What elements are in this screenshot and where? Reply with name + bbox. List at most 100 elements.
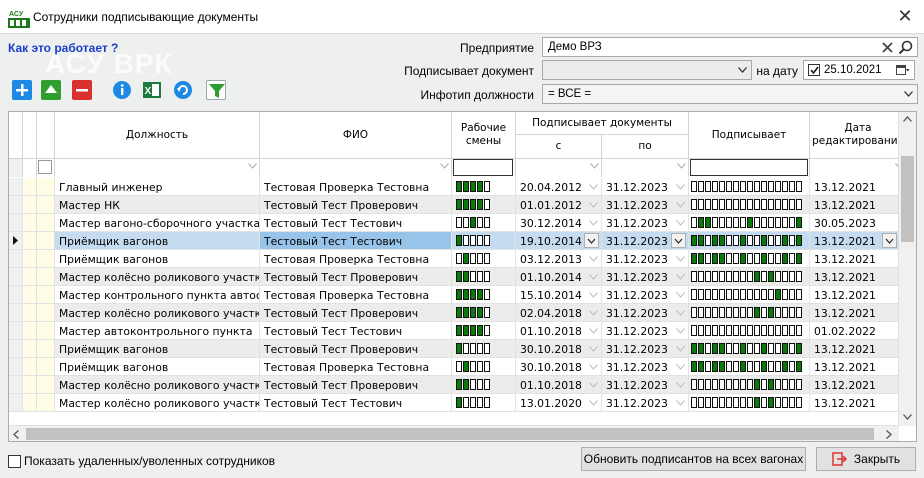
fio-cell[interactable]: Тестовый Тест Проверович [260, 268, 452, 286]
from-date-cell[interactable]: 01.10.2018 [516, 376, 602, 394]
scroll-down-icon[interactable] [903, 414, 912, 420]
row-check-cell[interactable] [37, 394, 55, 412]
row-check-cell[interactable] [37, 268, 55, 286]
fio-cell[interactable]: Тестовый Тест Тестович [260, 394, 452, 412]
row-indicator[interactable] [9, 322, 23, 340]
vertical-scrollbar[interactable] [898, 112, 916, 426]
row-indicator[interactable] [9, 304, 23, 322]
position-header[interactable]: Должность [55, 112, 260, 159]
date-field[interactable]: 25.10.2021 [803, 60, 915, 80]
signs-cell[interactable] [689, 376, 810, 394]
signs-cell[interactable] [689, 286, 810, 304]
position-cell[interactable]: Мастер колёсно роликового участка [55, 268, 260, 286]
to-date-cell[interactable]: 31.12.2023 [602, 304, 689, 322]
shifts-filter[interactable] [452, 159, 516, 177]
date-dropdown-button[interactable] [671, 233, 686, 248]
from-date-cell[interactable]: 03.12.2013 [516, 250, 602, 268]
fio-cell[interactable]: Тестовый Тест Проверович [260, 376, 452, 394]
shifts-cell[interactable] [452, 304, 516, 322]
move-up-button[interactable] [41, 80, 61, 100]
signs-cell[interactable] [689, 214, 810, 232]
from-header[interactable]: с [516, 135, 602, 159]
position-cell[interactable]: Мастер вагоно-сборочного участка [55, 214, 260, 232]
from-date-cell[interactable]: 01.10.2014 [516, 268, 602, 286]
signs-cell[interactable] [689, 358, 810, 376]
row-check-cell[interactable] [37, 358, 55, 376]
from-date-cell[interactable]: 20.04.2012 [516, 178, 602, 196]
fio-cell[interactable]: Тестовый Тест Тестович [260, 232, 452, 250]
delete-button[interactable] [72, 80, 92, 100]
row-check-cell[interactable] [37, 232, 55, 250]
edit-date-cell[interactable]: 13.12.2021 [810, 178, 900, 196]
table-row[interactable]: Мастер колёсно роликового участка Тестовы… [9, 268, 909, 286]
to-date-cell[interactable]: 31.12.2023 [602, 268, 689, 286]
vertical-scroll-thumb[interactable] [901, 156, 914, 242]
row-check-cell[interactable] [37, 376, 55, 394]
fio-cell[interactable]: Тестовая Проверка Тестовна [260, 178, 452, 196]
clear-icon[interactable] [882, 42, 893, 53]
horizontal-scroll-thumb[interactable] [26, 428, 874, 440]
fio-cell[interactable]: Тестовый Тест Тестович [260, 322, 452, 340]
edit-date-cell[interactable]: 13.12.2021 [810, 232, 900, 250]
position-cell[interactable]: Мастер колёсно роликового участка [55, 376, 260, 394]
signs-cell[interactable] [689, 304, 810, 322]
help-link[interactable]: Как это работает ? [8, 41, 118, 55]
signs-header[interactable]: Подписывает [689, 112, 810, 159]
table-row[interactable]: Мастер колёсно роликового участка Тестовы… [9, 394, 909, 412]
row-indicator[interactable] [9, 286, 23, 304]
fio-cell[interactable]: Тестовая Проверка Тестовна [260, 286, 452, 304]
close-button[interactable]: Закрыть [816, 447, 916, 471]
to-date-cell[interactable]: 31.12.2023 [602, 358, 689, 376]
edit-date-cell[interactable]: 13.12.2021 [810, 196, 900, 214]
edit-date-cell[interactable]: 13.12.2021 [810, 268, 900, 286]
signs-cell[interactable] [689, 196, 810, 214]
shifts-cell[interactable] [452, 232, 516, 250]
row-indicator[interactable] [9, 178, 23, 196]
row-check-cell[interactable] [37, 196, 55, 214]
position-cell[interactable]: Приёмщик вагонов [55, 358, 260, 376]
signs-cell[interactable] [689, 322, 810, 340]
edit-date-cell[interactable]: 13.12.2021 [810, 394, 900, 412]
table-row[interactable]: Приёмщик вагонов Тестовый Тест Тестович 19… [9, 232, 909, 250]
filter-button[interactable] [206, 80, 226, 100]
shifts-cell[interactable] [452, 268, 516, 286]
to-header[interactable]: по [602, 135, 689, 159]
table-row[interactable]: Мастер колёсно роликового участка Тестовы… [9, 304, 909, 322]
edit-date-cell[interactable]: 13.12.2021 [810, 250, 900, 268]
enterprise-field[interactable]: Демо ВРЗ [542, 37, 918, 57]
row-indicator[interactable] [9, 214, 23, 232]
fio-cell[interactable]: Тестовая Проверка Тестовна [260, 250, 452, 268]
shifts-cell[interactable] [452, 250, 516, 268]
row-indicator[interactable] [9, 196, 23, 214]
from-date-cell[interactable]: 15.10.2014 [516, 286, 602, 304]
edit-date-cell[interactable]: 30.05.2023 [810, 214, 900, 232]
edit-date-cell[interactable]: 13.12.2021 [810, 340, 900, 358]
row-indicator[interactable] [9, 340, 23, 358]
window-close-icon[interactable]: ✕ [892, 4, 918, 30]
to-date-cell[interactable]: 31.12.2023 [602, 376, 689, 394]
signs-cell[interactable] [689, 178, 810, 196]
from-date-cell[interactable]: 02.04.2018 [516, 304, 602, 322]
fio-cell[interactable]: Тестовая Проверка Тестовна [260, 358, 452, 376]
edit-date-filter[interactable] [810, 159, 907, 177]
position-filter[interactable] [55, 159, 260, 177]
table-row[interactable]: Мастер автоконтрольного пункта Тестовый Т… [9, 322, 909, 340]
scroll-right-icon[interactable] [886, 430, 892, 439]
add-button[interactable] [12, 80, 32, 100]
shifts-cell[interactable] [452, 340, 516, 358]
table-row[interactable]: Главный инженер Тестовая Проверка Тестовн… [9, 178, 909, 196]
to-date-cell[interactable]: 31.12.2023 [602, 196, 689, 214]
edit-date-cell[interactable]: 13.12.2021 [810, 286, 900, 304]
fio-cell[interactable]: Тестовый Тест Проверович [260, 304, 452, 322]
position-cell[interactable]: Приёмщик вагонов [55, 340, 260, 358]
horizontal-scrollbar[interactable] [9, 425, 899, 441]
table-row[interactable]: Приёмщик вагонов Тестовая Проверка Тестов… [9, 250, 909, 268]
date-dropdown-button[interactable] [584, 233, 599, 248]
row-indicator[interactable] [9, 268, 23, 286]
from-date-cell[interactable]: 13.01.2020 [516, 394, 602, 412]
shifts-cell[interactable] [452, 286, 516, 304]
from-date-cell[interactable]: 30.10.2018 [516, 340, 602, 358]
to-date-cell[interactable]: 31.12.2023 [602, 394, 689, 412]
excel-export-button[interactable]: X [142, 80, 162, 100]
edit-date-cell[interactable]: 13.12.2021 [810, 376, 900, 394]
